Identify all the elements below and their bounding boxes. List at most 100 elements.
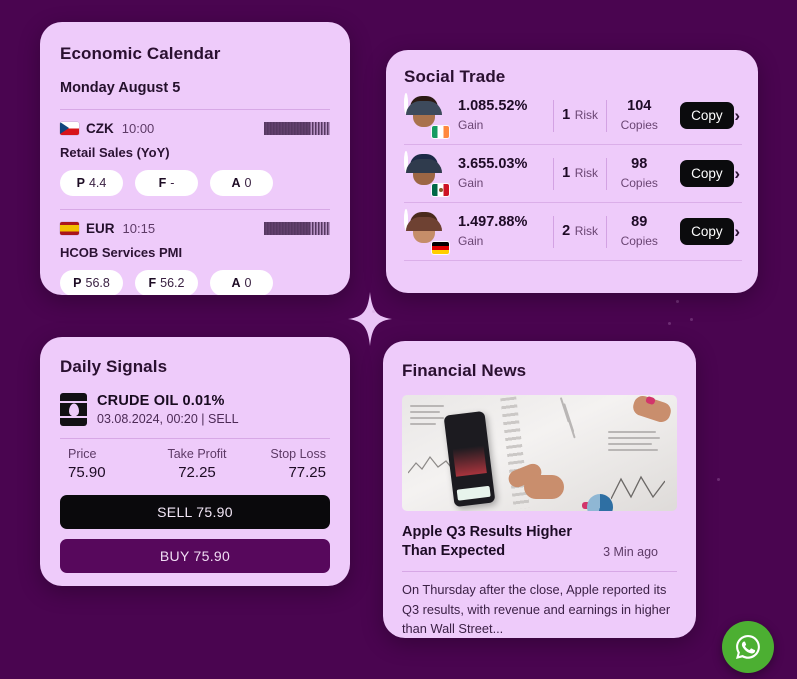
stop-loss-label: Stop Loss [270, 447, 326, 461]
copy-button[interactable]: Copy [679, 160, 735, 187]
risk-metric: 1 Risk [556, 164, 604, 182]
gain-metric: 1.497.88% Gain [456, 213, 551, 249]
avatar [404, 92, 449, 138]
signal-stats: Price 75.90 Take Profit 72.25 Stop Loss … [60, 447, 330, 481]
volatility-barcode-icon [264, 122, 330, 135]
economic-calendar-title: Economic Calendar [60, 44, 221, 63]
financial-news-card: Financial News Apple Q3 Results Higher T… [383, 341, 696, 638]
copies-metric: 98 Copies [609, 155, 670, 191]
divider [60, 109, 330, 110]
previous-pill[interactable]: P 4.4 [60, 170, 123, 196]
pill-value: - [170, 176, 175, 190]
background-speck [668, 322, 671, 325]
pill-value: 56.2 [160, 276, 185, 290]
daily-signals-title: Daily Signals [60, 357, 168, 376]
event-currency: EUR [86, 221, 115, 236]
avatar [404, 150, 449, 196]
pill-key: P [73, 276, 82, 290]
trader-row[interactable]: 1.497.88% Gain 2 Risk 89 Copies Copy › [404, 203, 742, 260]
buy-button[interactable]: BUY 75.90 [60, 539, 330, 573]
copies-metric: 104 Copies [609, 97, 670, 133]
pill-key: P [76, 176, 85, 190]
calendar-event-row[interactable]: CZK 10:00 [60, 121, 330, 136]
forecast-pill[interactable]: F- [135, 170, 198, 196]
event-name: HCOB Services PMI [60, 245, 183, 260]
background-speck [690, 318, 693, 321]
risk-value: 1 [562, 165, 571, 182]
pill-value: 56.8 [85, 276, 110, 290]
take-profit-value: 72.25 [178, 464, 216, 481]
whatsapp-button[interactable] [722, 621, 774, 673]
risk-label: Risk [574, 166, 599, 181]
sell-button[interactable]: SELL 75.90 [60, 495, 330, 529]
event-currency: CZK [86, 121, 114, 136]
event-pill-group: P 4.4 F- A0 [60, 170, 330, 196]
cz-flag-icon [60, 122, 79, 135]
trader-row[interactable]: 1.085.52% Gain 1 Risk 104 Copies Copy › [404, 87, 742, 144]
divider [60, 438, 330, 439]
event-time: 10:00 [121, 121, 155, 136]
divider [404, 260, 742, 261]
stop-loss-stat: Stop Loss 77.25 [240, 447, 330, 481]
copy-button[interactable]: Copy [679, 102, 735, 129]
chevron-right-icon[interactable]: › [734, 107, 740, 124]
risk-value: 2 [562, 223, 571, 240]
social-trade-card: Social Trade 1.085.52% Gain 1 Risk 104 C… [386, 50, 758, 293]
risk-metric: 2 Risk [556, 222, 604, 240]
social-trade-title: Social Trade [404, 67, 506, 86]
pill-key: F [148, 276, 157, 290]
risk-label: Risk [574, 224, 599, 239]
price-value: 75.90 [68, 464, 106, 481]
background-speck [717, 478, 720, 481]
gain-value: 3.655.03% [458, 156, 528, 173]
chevron-right-icon[interactable]: › [734, 165, 740, 182]
copies-value: 89 [631, 214, 648, 231]
event-pill-group: P 56.8 F 56.2 A0 [60, 270, 330, 295]
news-timestamp: 3 Min ago [603, 544, 658, 559]
price-stat: Price 75.90 [60, 447, 154, 481]
oil-barrel-icon [60, 393, 87, 426]
pill-key: A [231, 176, 241, 190]
copy-button[interactable]: Copy [679, 218, 735, 245]
financial-news-title: Financial News [402, 361, 527, 380]
economic-calendar-card: Economic Calendar Monday August 5 CZK 10… [40, 22, 350, 295]
price-label: Price [68, 447, 97, 461]
ie-flag-icon [432, 125, 449, 138]
forecast-pill[interactable]: F 56.2 [135, 270, 198, 295]
copies-value: 98 [631, 156, 648, 173]
signal-meta: 03.08.2024, 00:20 | SELL [97, 412, 239, 426]
stop-loss-value: 77.25 [288, 464, 326, 481]
gain-metric: 3.655.03% Gain [456, 155, 551, 191]
copies-label: Copies [620, 233, 658, 248]
gain-value: 1.085.52% [458, 98, 528, 115]
mx-flag-icon [432, 183, 449, 196]
copies-value: 104 [627, 98, 652, 115]
chevron-right-icon[interactable]: › [734, 223, 740, 240]
trader-row[interactable]: 3.655.03% Gain 1 Risk 98 Copies Copy › [404, 145, 742, 202]
news-thumbnail-image [402, 395, 677, 511]
sparkle-decoration [348, 292, 392, 346]
divider [553, 99, 555, 132]
take-profit-stat: Take Profit 72.25 [154, 447, 240, 481]
divider [402, 570, 677, 572]
news-headline[interactable]: Apple Q3 Results Higher Than Expected [402, 523, 602, 561]
whatsapp-icon [736, 635, 760, 659]
divider [553, 215, 555, 248]
es-flag-icon [60, 222, 79, 235]
risk-value: 1 [562, 107, 571, 124]
news-excerpt: On Thursday after the close, Apple repor… [402, 581, 671, 637]
gain-value: 1.497.88% [458, 214, 528, 231]
actual-pill[interactable]: A0 [210, 170, 273, 196]
previous-pill[interactable]: P 56.8 [60, 270, 123, 295]
risk-label: Risk [574, 108, 599, 123]
calendar-event-row[interactable]: EUR 10:15 [60, 221, 330, 236]
background-speck [676, 300, 679, 303]
take-profit-label: Take Profit [167, 447, 227, 461]
pill-value: 4.4 [88, 176, 107, 190]
divider [606, 99, 607, 132]
pill-key: A [231, 276, 241, 290]
signal-header: CRUDE OIL 0.01% 03.08.2024, 00:20 | SELL [60, 393, 330, 426]
background-speck [372, 310, 375, 313]
pill-value: 0 [244, 176, 252, 190]
actual-pill[interactable]: A0 [210, 270, 273, 295]
